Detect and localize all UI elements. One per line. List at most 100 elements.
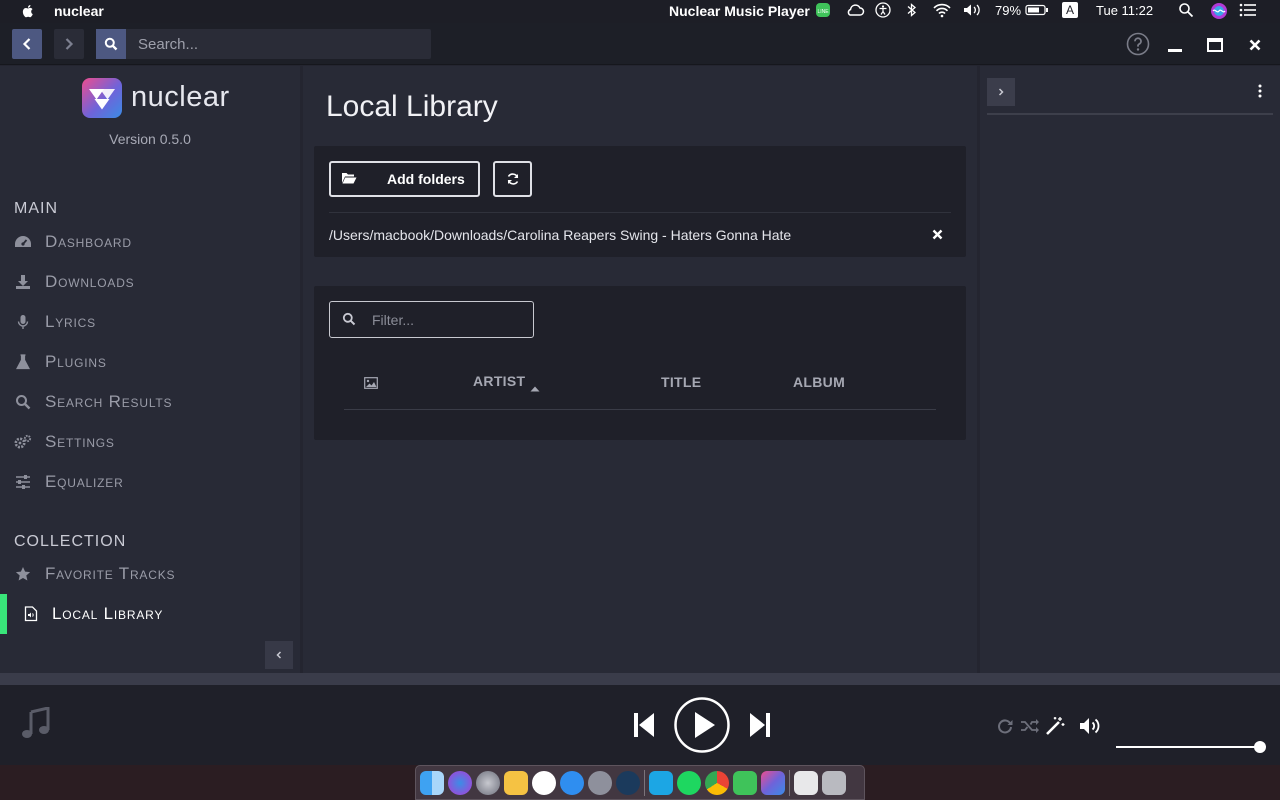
volume-slider-handle[interactable] — [1254, 741, 1266, 753]
dock-system-preferences-icon[interactable] — [588, 770, 612, 795]
back-button[interactable] — [12, 29, 42, 59]
dock-divider — [789, 769, 790, 796]
chevron-right-icon — [998, 88, 1004, 96]
forward-button[interactable] — [54, 29, 84, 59]
siri-icon[interactable] — [1210, 2, 1228, 23]
search-icon[interactable] — [96, 29, 126, 59]
seek-bar[interactable] — [0, 673, 1280, 685]
dock-chrome-icon[interactable] — [705, 770, 729, 795]
column-header-artist[interactable]: ARTIST — [473, 373, 525, 389]
sidebar-item-lyrics[interactable]: Lyrics — [0, 304, 300, 340]
sidebar-item-label: Search Results — [45, 392, 173, 411]
dock-tips-icon[interactable] — [504, 770, 528, 795]
menubar-window-title: Nuclear Music Player — [669, 3, 810, 19]
gears-icon — [14, 433, 32, 451]
menubar-clock[interactable]: Tue 11:22 — [1096, 3, 1153, 18]
menubar-app-name[interactable]: nuclear — [54, 3, 104, 19]
dock-launchpad-icon[interactable] — [476, 770, 500, 795]
notification-center-icon[interactable] — [1239, 3, 1257, 20]
dock-steam-icon[interactable] — [616, 770, 640, 795]
dock-siri-icon[interactable] — [448, 770, 472, 795]
sidebar-item-label: Lyrics — [45, 312, 96, 331]
add-folders-button[interactable]: Add folders — [329, 161, 480, 197]
sidebar-item-dashboard[interactable]: Dashboard — [0, 224, 300, 260]
column-header-title[interactable]: TITLE — [661, 374, 701, 390]
chevron-left-icon — [22, 38, 31, 50]
svg-text:LINE: LINE — [817, 9, 829, 15]
refresh-library-button[interactable] — [493, 161, 532, 197]
macos-dock — [415, 765, 865, 800]
skip-back-icon — [634, 713, 654, 737]
close-button[interactable] — [1243, 33, 1267, 57]
line-icon[interactable]: LINE — [815, 2, 831, 21]
bluetooth-icon[interactable] — [906, 2, 918, 21]
macos-menubar: nuclear Nuclear Music Player LINE 79% A … — [0, 0, 1280, 23]
music-note-icon — [21, 706, 51, 746]
sidebar-item-label: Downloads — [45, 272, 135, 291]
spotlight-icon[interactable] — [1178, 2, 1194, 21]
apple-menu-icon[interactable] — [20, 3, 36, 19]
previous-track-button[interactable] — [633, 712, 655, 743]
dashboard-icon — [14, 233, 32, 251]
cloud-icon[interactable] — [845, 2, 865, 21]
more-options-icon[interactable] — [1256, 83, 1264, 99]
sidebar-item-label: Plugins — [45, 352, 107, 371]
active-indicator — [0, 594, 7, 634]
sliders-icon — [14, 473, 32, 491]
repeat-icon[interactable] — [996, 718, 1014, 739]
remove-folder-button[interactable] — [932, 227, 943, 244]
table-header-divider — [344, 409, 936, 410]
sidebar-item-downloads[interactable]: Downloads — [0, 264, 300, 300]
search-icon — [14, 393, 32, 411]
dock-app-store-icon[interactable] — [560, 770, 584, 795]
sidebar-item-label: Settings — [45, 432, 115, 451]
collapse-sidebar-button[interactable] — [265, 641, 293, 669]
skip-forward-icon — [750, 713, 770, 737]
sidebar-item-settings[interactable]: Settings — [0, 424, 300, 460]
sidebar-item-favorite-tracks[interactable]: Favorite Tracks — [0, 556, 300, 592]
minimize-button[interactable] — [1163, 33, 1187, 57]
help-icon[interactable] — [1126, 32, 1150, 56]
dock-finder-icon[interactable] — [420, 770, 444, 795]
thumbnail-column-icon — [364, 376, 378, 392]
dock-line-icon[interactable] — [733, 770, 757, 795]
volume-slider-fill — [1116, 746, 1262, 748]
sidebar-item-plugins[interactable]: Plugins — [0, 344, 300, 380]
tracks-panel: ARTIST TITLE ALBUM — [314, 286, 966, 440]
search-input[interactable] — [128, 29, 428, 59]
dock-document-icon[interactable] — [794, 770, 818, 795]
dock-nuclear-icon[interactable] — [761, 770, 785, 795]
dock-skype-icon[interactable] — [649, 770, 673, 795]
volume-slider-track[interactable] — [1116, 741, 1266, 753]
maximize-button[interactable] — [1203, 33, 1227, 57]
magic-wand-icon[interactable] — [1045, 716, 1065, 741]
page-title: Local Library — [326, 90, 498, 123]
dock-trash-icon[interactable] — [822, 770, 846, 795]
add-folders-label: Add folders — [387, 171, 465, 187]
volume-icon[interactable] — [1079, 716, 1103, 741]
close-icon — [932, 229, 943, 240]
play-button[interactable] — [674, 697, 730, 758]
sidebar-item-label: Favorite Tracks — [45, 564, 176, 583]
audio-file-icon — [22, 605, 40, 623]
next-track-button[interactable] — [749, 712, 771, 743]
sidebar-item-search-results[interactable]: Search Results — [0, 384, 300, 420]
dock-spotify-icon[interactable] — [677, 770, 701, 795]
input-source-indicator[interactable]: A — [1062, 2, 1078, 18]
play-icon — [674, 697, 730, 753]
column-header-album[interactable]: ALBUM — [793, 374, 845, 390]
shuffle-icon[interactable] — [1020, 718, 1040, 739]
sidebar-item-equalizer[interactable]: Equalizer — [0, 464, 300, 500]
accessibility-icon[interactable] — [875, 2, 891, 21]
filter-input[interactable] — [366, 302, 526, 337]
sidebar-item-local-library[interactable]: Local Library — [0, 594, 300, 634]
expand-right-panel-button[interactable] — [987, 78, 1015, 106]
search-icon — [342, 312, 356, 326]
battery-icon[interactable] — [1025, 2, 1049, 21]
dock-music-icon[interactable] — [532, 770, 556, 795]
wifi-icon[interactable] — [932, 2, 952, 21]
volume-menu-icon[interactable] — [962, 2, 986, 21]
folder-path: /Users/macbook/Downloads/Carolina Reaper… — [329, 227, 792, 243]
logo-text: nuclear — [131, 81, 230, 113]
main-content: Local Library Add folders /Users/macbook… — [303, 66, 977, 673]
